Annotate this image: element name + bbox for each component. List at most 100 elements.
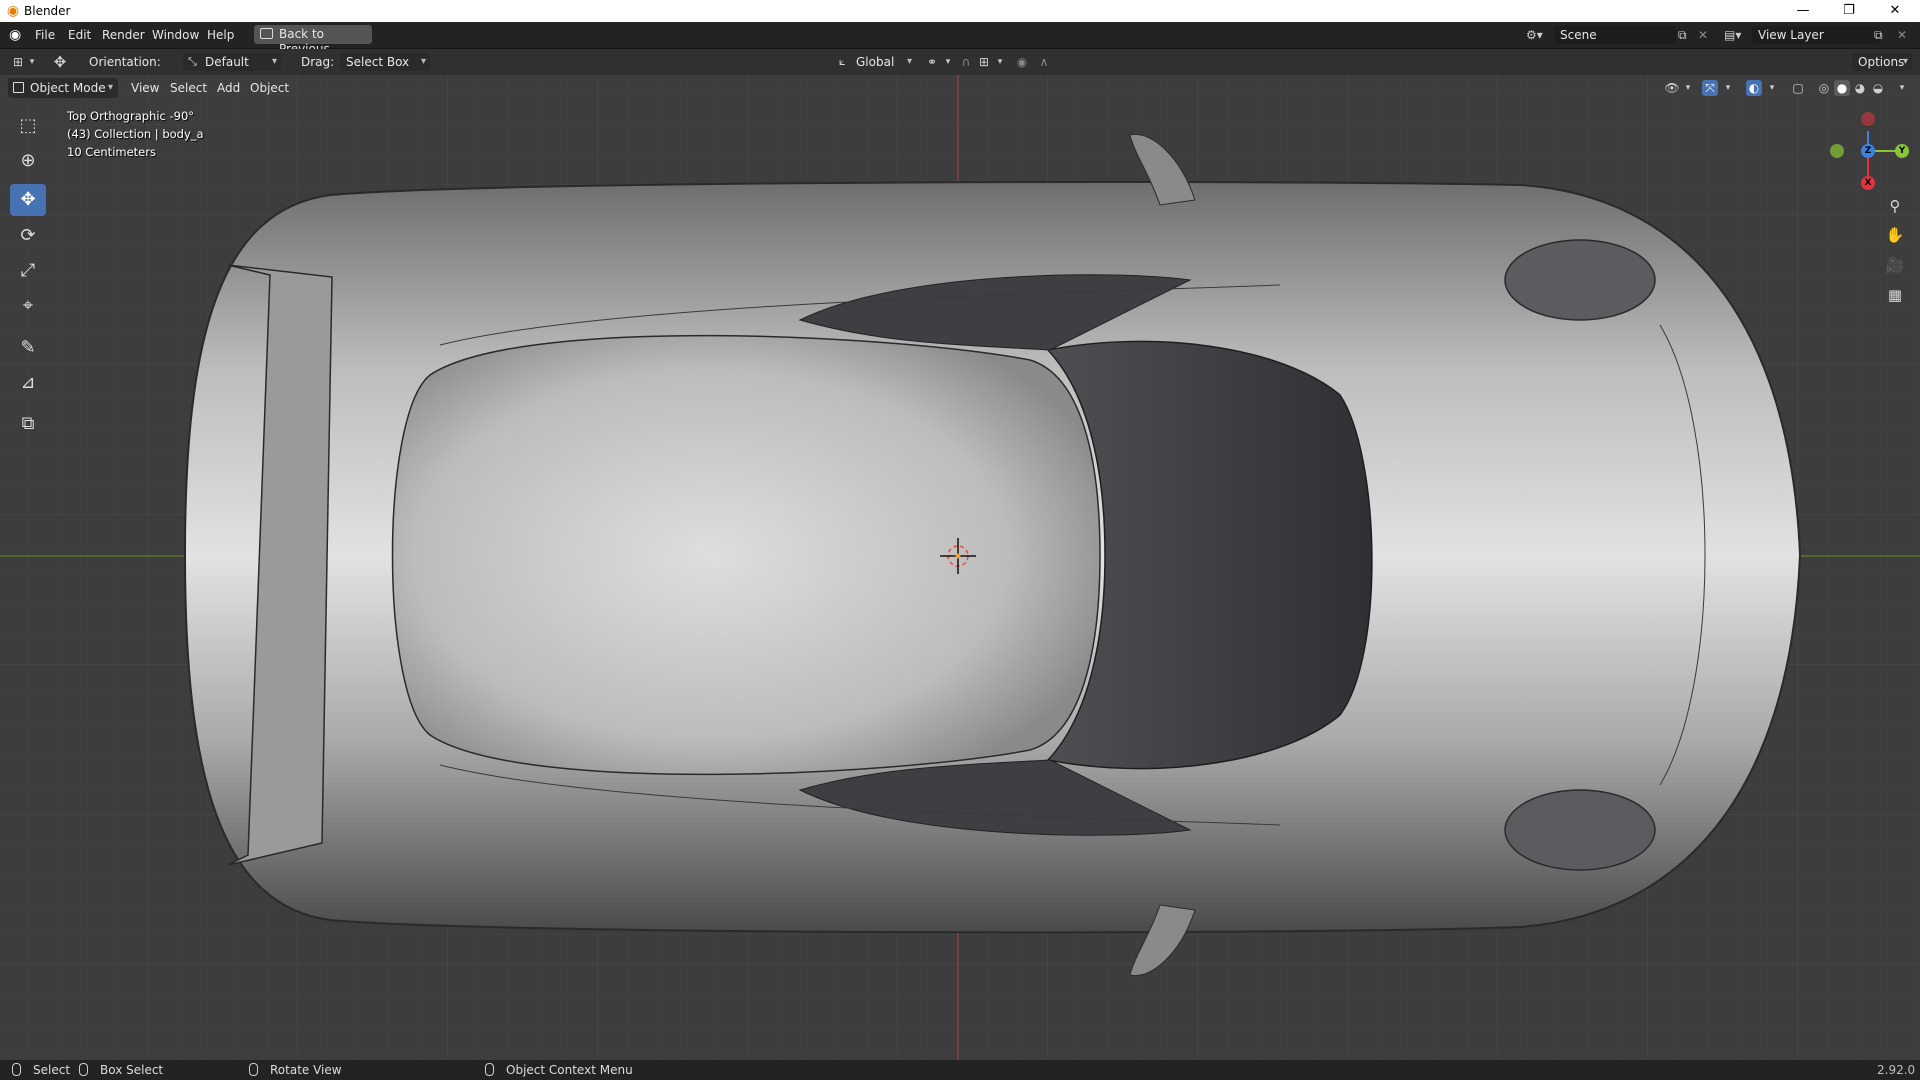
axis-neg-y-dot[interactable] [1830, 144, 1844, 158]
transform-icon: ⌖ [22, 295, 34, 316]
new-view-layer-icon[interactable]: ⧉ [1874, 27, 1883, 43]
chevron-down-icon: ▾ [420, 56, 426, 67]
blender-menu-icon[interactable]: ◉ [9, 27, 21, 43]
window-title: Blender [24, 4, 71, 18]
proportional-edit-icon[interactable]: ◉ [1014, 54, 1030, 70]
orientation-label: Orientation: [89, 55, 161, 69]
axis-y-dot[interactable]: Y [1895, 144, 1909, 158]
left-mouse-icon [12, 1063, 21, 1076]
left-drag-mouse-icon [79, 1063, 88, 1076]
material-shading-icon[interactable]: ◕ [1852, 80, 1868, 96]
measure-tool[interactable]: ⊿ [10, 367, 46, 399]
menu-file[interactable]: File [35, 27, 55, 43]
version-label: 2.92.0 [1877, 1063, 1916, 1077]
xray-toggle-icon[interactable]: ▢ [1790, 80, 1806, 96]
scale-tool[interactable]: ⤢ [10, 255, 46, 287]
restore-button[interactable]: ❐ [1826, 0, 1872, 22]
select-box-tool[interactable]: ⬚ [10, 110, 46, 142]
active-tool-move-icon[interactable]: ✥ [52, 54, 68, 70]
scene-name: Scene [1560, 28, 1597, 42]
menu-edit[interactable]: Edit [68, 27, 91, 43]
snap-target-icon[interactable]: ⊞ [976, 54, 992, 70]
perspective-grid-icon[interactable]: ▦ [1883, 283, 1907, 307]
new-scene-icon[interactable]: ⧉ [1678, 27, 1687, 43]
camera-view-icon[interactable]: 🎥 [1883, 253, 1907, 277]
orientation-icon: ⤡ [188, 55, 197, 68]
menu-window[interactable]: Window [152, 27, 199, 43]
transform-tool[interactable]: ⌖ [10, 290, 46, 322]
car-model[interactable] [183, 133, 1802, 977]
blender-logo-icon: ◉ [6, 3, 20, 19]
3d-viewport[interactable] [0, 75, 1920, 1060]
add-cube-tool[interactable]: ⧉ [10, 408, 46, 440]
shading-chevron-icon[interactable]: ▾ [1894, 80, 1910, 96]
viewport-menu-object[interactable]: Object [250, 80, 289, 96]
falloff-curve-icon[interactable]: ∧ [1036, 54, 1052, 70]
orientation-dropdown[interactable]: ⤡ Default ▾ [183, 53, 281, 71]
status-rotate-view: Rotate View [270, 1063, 342, 1077]
move-tool[interactable]: ✥ [10, 184, 46, 216]
snap-chevron-icon[interactable]: ▾ [992, 54, 1008, 70]
delete-view-layer-icon[interactable]: ✕ [1897, 27, 1907, 43]
transform-orientation-value: Global [856, 55, 895, 69]
menu-help[interactable]: Help [207, 27, 234, 43]
zoom-icon[interactable]: ⚲ [1883, 194, 1907, 218]
delete-scene-icon[interactable]: ✕ [1698, 27, 1708, 43]
close-button[interactable]: ✕ [1872, 0, 1918, 22]
grid-scale-text: 10 Centimeters [67, 145, 156, 159]
scene-selector[interactable]: Scene [1554, 26, 1676, 44]
transform-orientation-dropdown[interactable]: ⟀ Global ▾ [834, 53, 916, 71]
scene-browse-icon[interactable]: ⚙▾ [1526, 27, 1543, 43]
menu-render[interactable]: Render [102, 27, 145, 43]
rendered-shading-icon[interactable]: ◒ [1870, 80, 1886, 96]
axis-neg-x-dot[interactable] [1861, 112, 1875, 126]
wireframe-shading-icon[interactable]: ◎ [1816, 80, 1832, 96]
viewport-canvas[interactable] [0, 75, 1920, 1060]
measure-ruler-icon: ⊿ [20, 372, 36, 393]
pan-hand-icon[interactable]: ✋ [1883, 223, 1907, 247]
back-to-previous-button[interactable]: Back to Previous [254, 25, 372, 56]
axis-z-dot[interactable]: Z [1861, 144, 1875, 158]
add-cube-icon: ⧉ [21, 413, 35, 434]
middle-mouse-icon [249, 1063, 258, 1076]
chevron-down-icon: ▾ [107, 82, 113, 93]
minimize-button[interactable]: — [1780, 0, 1826, 22]
drag-dropdown[interactable]: Select Box ▾ [340, 53, 430, 71]
scale-icon: ⤢ [20, 260, 36, 281]
visibility-eye-icon[interactable]: 👁 [1664, 80, 1680, 96]
chevron-down-icon: ▾ [271, 56, 277, 67]
view-layer-name: View Layer [1758, 28, 1824, 42]
back-icon [260, 28, 273, 39]
rotate-icon: ⟳ [20, 225, 36, 246]
pivot-chevron-icon[interactable]: ▾ [940, 54, 956, 70]
window-titlebar: ◉ Blender — ❐ ✕ [0, 0, 1920, 22]
annotate-tool[interactable]: ✎ [10, 332, 46, 364]
rotate-tool[interactable]: ⟳ [10, 220, 46, 252]
chevron-down-icon: ▾ [1902, 56, 1908, 67]
gizmo-toggle-icon[interactable]: ⤧ [1702, 80, 1718, 96]
view-layer-browse-icon[interactable]: ▤▾ [1724, 27, 1741, 43]
status-box-select: Box Select [100, 1063, 164, 1077]
cursor-icon: ⊕ [20, 150, 36, 171]
visibility-chevron-icon[interactable]: ▾ [1680, 80, 1696, 96]
editor-type-chevron-icon[interactable]: ▾ [24, 54, 40, 70]
drag-label: Drag: [301, 55, 335, 69]
gizmo-chevron-icon[interactable]: ▾ [1720, 80, 1736, 96]
axis-x-dot[interactable]: X [1861, 176, 1875, 190]
overlays-chevron-icon[interactable]: ▾ [1764, 80, 1780, 96]
cursor-tool[interactable]: ⊕ [10, 145, 46, 177]
object-mode-dropdown[interactable]: Object Mode ▾ [8, 78, 118, 98]
options-dropdown[interactable]: Options ▾ [1852, 53, 1912, 71]
viewport-menu-add[interactable]: Add [217, 80, 240, 96]
options-label: Options [1858, 55, 1905, 69]
viewport-menu-select[interactable]: Select [170, 80, 207, 96]
snap-magnet-icon[interactable]: ∩ [958, 54, 974, 70]
object-mode-icon [13, 82, 24, 93]
pivot-point-icon[interactable]: ⚭ [924, 54, 940, 70]
solid-shading-icon[interactable]: ● [1834, 80, 1850, 96]
drag-value: Select Box [346, 55, 410, 69]
view-layer-selector[interactable]: View Layer [1752, 26, 1880, 44]
chevron-down-icon: ▾ [906, 56, 912, 67]
viewport-menu-view[interactable]: View [131, 80, 159, 96]
overlays-toggle-icon[interactable]: ◐ [1746, 80, 1762, 96]
